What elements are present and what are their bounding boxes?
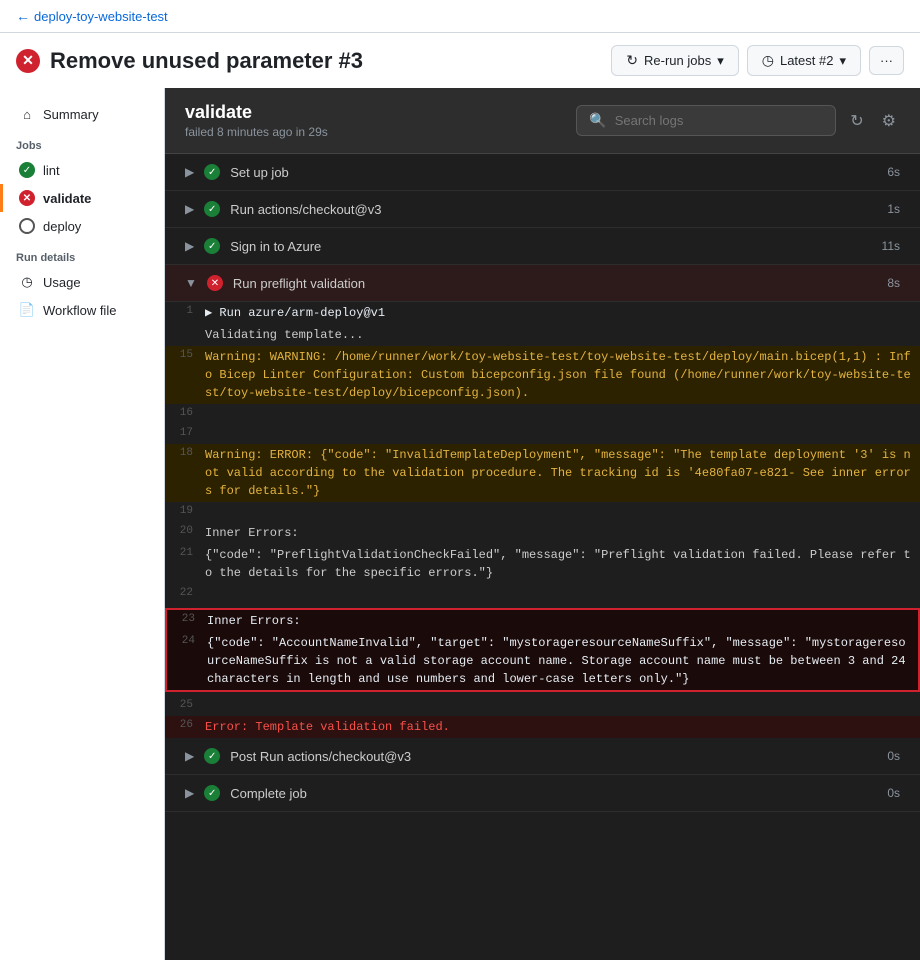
post-checkout-chevron-icon: ▶	[185, 749, 194, 763]
azure-chevron-icon: ▶	[185, 239, 194, 253]
log-title: validate	[185, 102, 328, 123]
azure-duration: 11s	[882, 239, 900, 253]
setup-job-name: Set up job	[230, 165, 877, 180]
azure-job-name: Sign in to Azure	[230, 239, 871, 254]
checkout-job-name: Run actions/checkout@v3	[230, 202, 877, 217]
log-line: 17	[165, 424, 920, 444]
validate-status-icon: ✕	[19, 190, 35, 206]
log-line: 1 ▶ Run azure/arm-deploy@v1	[165, 302, 920, 324]
preflight-duration: 8s	[887, 276, 900, 290]
deploy-status-icon	[19, 218, 35, 234]
sidebar: ⌂ Summary Jobs ✓ lint ✕ validate deploy …	[0, 88, 165, 960]
latest-chevron-icon: ▾	[839, 53, 846, 69]
checkout-chevron-icon: ▶	[185, 202, 194, 216]
log-line-22: 22	[165, 584, 920, 604]
post-checkout-status-icon: ✓	[204, 748, 220, 764]
sidebar-item-summary[interactable]: ⌂ Summary	[0, 100, 164, 128]
back-text: deploy-toy-website-test	[34, 9, 168, 24]
log-header-right: 🔍 ↻ ⚙	[576, 105, 900, 136]
rerun-chevron-icon: ▾	[717, 53, 724, 69]
log-line-24: 24 {"code": "AccountNameInvalid", "targe…	[167, 632, 918, 690]
workflow-icon: 📄	[19, 302, 35, 318]
log-line: Validating template...	[165, 324, 920, 346]
page-title: Remove unused parameter #3	[50, 48, 363, 74]
search-input[interactable]	[615, 113, 824, 128]
main-layout: ⌂ Summary Jobs ✓ lint ✕ validate deploy …	[0, 88, 920, 960]
log-header: validate failed 8 minutes ago in 29s 🔍 ↻…	[165, 88, 920, 154]
latest-button[interactable]: ◷ Latest #2 ▾	[747, 45, 861, 76]
preflight-job-name: Run preflight validation	[233, 276, 877, 291]
error-highlight-block: 23 Inner Errors: 24 {"code": "AccountNam…	[165, 608, 920, 692]
run-details-section-label: Run details	[0, 240, 164, 268]
job-post-checkout-row[interactable]: ▶ ✓ Post Run actions/checkout@v3 0s	[165, 738, 920, 775]
log-line: 16	[165, 404, 920, 424]
sidebar-item-usage[interactable]: ◷ Usage	[0, 268, 164, 296]
complete-job-name: Complete job	[230, 786, 877, 801]
post-checkout-job-name: Post Run actions/checkout@v3	[230, 749, 877, 764]
log-line-25: 25	[165, 696, 920, 716]
back-arrow-icon: ←	[16, 8, 30, 24]
azure-status-icon: ✓	[204, 238, 220, 254]
error-icon: ✕	[16, 49, 40, 73]
refresh-button[interactable]: ↻	[846, 107, 867, 135]
sidebar-item-validate[interactable]: ✕ validate	[0, 184, 164, 212]
log-subtitle: failed 8 minutes ago in 29s	[185, 125, 328, 139]
complete-duration: 0s	[887, 786, 900, 800]
complete-status-icon: ✓	[204, 785, 220, 801]
search-box[interactable]: 🔍	[576, 105, 836, 136]
log-line-warning-18: 18 Warning: ERROR: {"code": "InvalidTemp…	[165, 444, 920, 502]
job-complete-row[interactable]: ▶ ✓ Complete job 0s	[165, 775, 920, 812]
job-azure-row[interactable]: ▶ ✓ Sign in to Azure 11s	[165, 228, 920, 265]
log-line-20: 20 Inner Errors:	[165, 522, 920, 544]
home-icon: ⌂	[19, 106, 35, 122]
setup-duration: 6s	[887, 165, 900, 179]
log-line-warning: 15 Warning: WARNING: /home/runner/work/t…	[165, 346, 920, 404]
job-preflight-row[interactable]: ▼ ✕ Run preflight validation 8s	[165, 265, 920, 302]
preflight-chevron-icon: ▼	[185, 276, 197, 290]
top-bar: ← deploy-toy-website-test	[0, 0, 920, 33]
log-line-26-error: 26 Error: Template validation failed.	[165, 716, 920, 738]
post-checkout-duration: 0s	[887, 749, 900, 763]
checkout-duration: 1s	[887, 202, 900, 216]
title-actions: ↻ Re-run jobs ▾ ◷ Latest #2 ▾ ···	[611, 45, 904, 76]
sidebar-item-deploy[interactable]: deploy	[0, 212, 164, 240]
log-lines: 1 ▶ Run azure/arm-deploy@v1 Validating t…	[165, 302, 920, 738]
log-line: 19	[165, 502, 920, 522]
log-title-block: validate failed 8 minutes ago in 29s	[185, 102, 328, 139]
log-content-area: validate failed 8 minutes ago in 29s 🔍 ↻…	[165, 88, 920, 960]
rerun-jobs-button[interactable]: ↻ Re-run jobs ▾	[611, 45, 738, 76]
job-checkout-row[interactable]: ▶ ✓ Run actions/checkout@v3 1s	[165, 191, 920, 228]
complete-chevron-icon: ▶	[185, 786, 194, 800]
title-left: ✕ Remove unused parameter #3	[16, 48, 363, 74]
more-options-button[interactable]: ···	[869, 46, 904, 75]
title-bar: ✕ Remove unused parameter #3 ↻ Re-run jo…	[0, 33, 920, 88]
checkout-status-icon: ✓	[204, 201, 220, 217]
sidebar-item-workflow[interactable]: 📄 Workflow file	[0, 296, 164, 324]
search-icon: 🔍	[589, 112, 606, 129]
job-setup-row[interactable]: ▶ ✓ Set up job 6s	[165, 154, 920, 191]
settings-button[interactable]: ⚙	[878, 107, 900, 135]
latest-icon: ◷	[762, 52, 774, 69]
check-circle: ✓	[19, 162, 35, 178]
log-line-21: 21 {"code": "PreflightValidationCheckFai…	[165, 544, 920, 584]
gray-circle	[19, 218, 35, 234]
x-circle: ✕	[19, 190, 35, 206]
preflight-status-icon: ✕	[207, 275, 223, 291]
setup-chevron-icon: ▶	[185, 165, 194, 179]
setup-status-icon: ✓	[204, 164, 220, 180]
jobs-section-label: Jobs	[0, 128, 164, 156]
lint-status-icon: ✓	[19, 162, 35, 178]
usage-icon: ◷	[19, 274, 35, 290]
back-link[interactable]: ← deploy-toy-website-test	[16, 8, 168, 24]
rerun-icon: ↻	[626, 52, 638, 69]
sidebar-item-lint[interactable]: ✓ lint	[0, 156, 164, 184]
log-line-23: 23 Inner Errors:	[167, 610, 918, 632]
